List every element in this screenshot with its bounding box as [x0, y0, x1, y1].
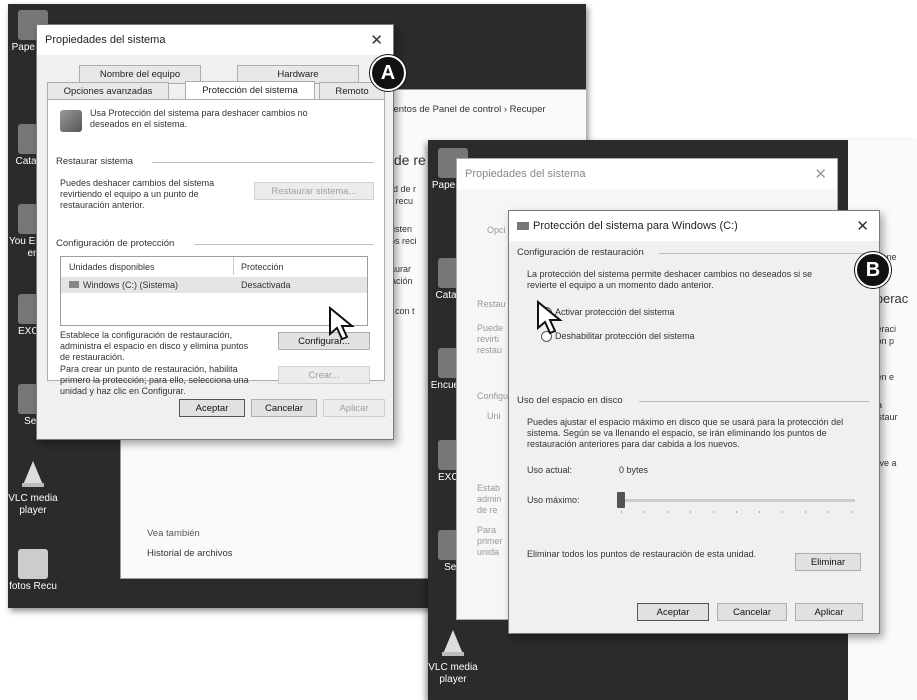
bg-label: Puede revirti restau	[477, 323, 504, 355]
apply-button[interactable]: Aplicar	[795, 603, 863, 621]
slider-thumb[interactable]	[617, 492, 625, 508]
section-divider	[659, 253, 869, 254]
disk-usage-header: Uso del espacio en disco	[517, 395, 623, 406]
tab-label[interactable]: Opci	[487, 225, 506, 236]
dialog-titlebar[interactable]: Propiedades del sistema ✕	[457, 159, 837, 189]
bg-label: Configu	[477, 391, 509, 401]
dialog-title: Propiedades del sistema	[45, 34, 166, 46]
configure-text: Establece la configuración de restauraci…	[60, 330, 249, 362]
col-divider	[233, 257, 234, 275]
enable-protection-label[interactable]: Activar protección del sistema	[555, 307, 675, 318]
desktop-icon-label: VLC media player	[8, 493, 58, 516]
vlc-desktop-icon[interactable]: VLC media player	[8, 459, 58, 517]
max-usage-label: Uso máximo:	[527, 495, 580, 505]
dialog-title: Propiedades del sistema	[465, 168, 586, 180]
apply-button[interactable]: Aplicar	[323, 399, 385, 417]
protection-config-header: Configuración de protección	[56, 238, 175, 249]
ok-button[interactable]: Aceptar	[637, 603, 709, 621]
restore-settings-text: La protección del sistema permite deshac…	[527, 269, 813, 290]
disable-protection-label[interactable]: Deshabilitar protección del sistema	[555, 331, 695, 342]
restore-settings-header: Configuración de restauración	[517, 247, 644, 258]
current-usage-value: 0 bytes	[619, 465, 649, 475]
intro-text: Usa Protección del sistema para deshacer…	[90, 108, 308, 129]
system-protection-icon	[60, 110, 82, 132]
see-also-label: Vea también	[147, 528, 200, 539]
close-icon[interactable]: ✕	[814, 165, 827, 183]
dialog-title: Protección del sistema para Windows (C:)	[533, 220, 738, 232]
delete-button[interactable]: Eliminar	[795, 553, 861, 571]
section-divider	[194, 244, 374, 245]
bg-label: Estab admin de re	[477, 483, 502, 515]
file-history-link[interactable]: Historial de archivos	[147, 548, 233, 559]
restore-system-button[interactable]: Restaurar sistema...	[254, 182, 374, 200]
create-button[interactable]: Crear...	[278, 366, 370, 384]
screenshot-b: Pape reci Cata Or Encue enl EXC P Seg VL…	[428, 140, 917, 700]
restore-header: Restaurar sistema	[56, 156, 134, 167]
delete-text: Eliminar todos los puntos de restauració…	[527, 549, 757, 559]
bg-label: Uni	[487, 411, 501, 421]
disk-usage-text: Puedes ajustar el espacio máximo en disc…	[527, 417, 844, 449]
cancel-button[interactable]: Cancelar	[717, 603, 787, 621]
max-usage-slider[interactable]	[617, 492, 855, 508]
breadcrumb[interactable]: dementos de Panel de control › Recuper	[375, 104, 546, 115]
dialog-titlebar[interactable]: Protección del sistema para Windows (C:)…	[509, 211, 879, 241]
current-usage-label: Uso actual:	[527, 465, 573, 475]
ok-button[interactable]: Aceptar	[179, 399, 245, 417]
close-icon[interactable]: ✕	[856, 217, 869, 235]
vlc-cone-icon	[22, 461, 44, 487]
step-badge-b: B	[855, 252, 891, 288]
col-header-drives[interactable]: Unidades disponibles	[69, 262, 155, 273]
vlc-desktop-icon[interactable]: VLC media player	[428, 628, 478, 686]
desktop-icon-label: VLC media player	[428, 662, 478, 685]
create-text: Para crear un punto de restauración, hab…	[60, 364, 249, 396]
drive-protection-status: Desactivada	[241, 280, 291, 290]
mouse-cursor-icon	[537, 300, 563, 335]
system-properties-dialog: Propiedades del sistema ✕ Nombre del equ…	[36, 24, 394, 440]
bg-label: Restau	[477, 299, 506, 309]
vlc-cone-icon	[442, 630, 464, 656]
dialog-titlebar[interactable]: Propiedades del sistema ✕	[37, 25, 393, 55]
step-badge-a: A	[370, 55, 406, 91]
drive-icon	[69, 281, 79, 288]
section-divider	[152, 162, 374, 163]
desktop-icon-label: fotos Recu	[9, 581, 57, 592]
drive-name: Windows (C:) (Sistema)	[83, 280, 179, 290]
slider-ticks	[621, 511, 853, 513]
drive-icon	[517, 222, 529, 230]
restore-text: Puedes deshacer cambios del sistema revi…	[60, 178, 215, 210]
table-row[interactable]: Windows (C:) (Sistema) Desactivada	[61, 277, 367, 293]
section-divider	[639, 401, 869, 402]
desktop-icon[interactable]: fotos Recu	[8, 549, 58, 593]
system-protection-dialog: Protección del sistema para Windows (C:)…	[508, 210, 880, 634]
close-icon[interactable]: ✕	[370, 31, 383, 49]
tab-system-protection[interactable]: Protección del sistema	[185, 81, 315, 100]
bg-label: Para primer unida	[477, 525, 503, 557]
mouse-cursor-icon	[329, 306, 355, 341]
col-header-protection[interactable]: Protección	[241, 262, 284, 273]
drives-table[interactable]: Unidades disponibles Protección Windows …	[60, 256, 368, 326]
cancel-button[interactable]: Cancelar	[251, 399, 317, 417]
